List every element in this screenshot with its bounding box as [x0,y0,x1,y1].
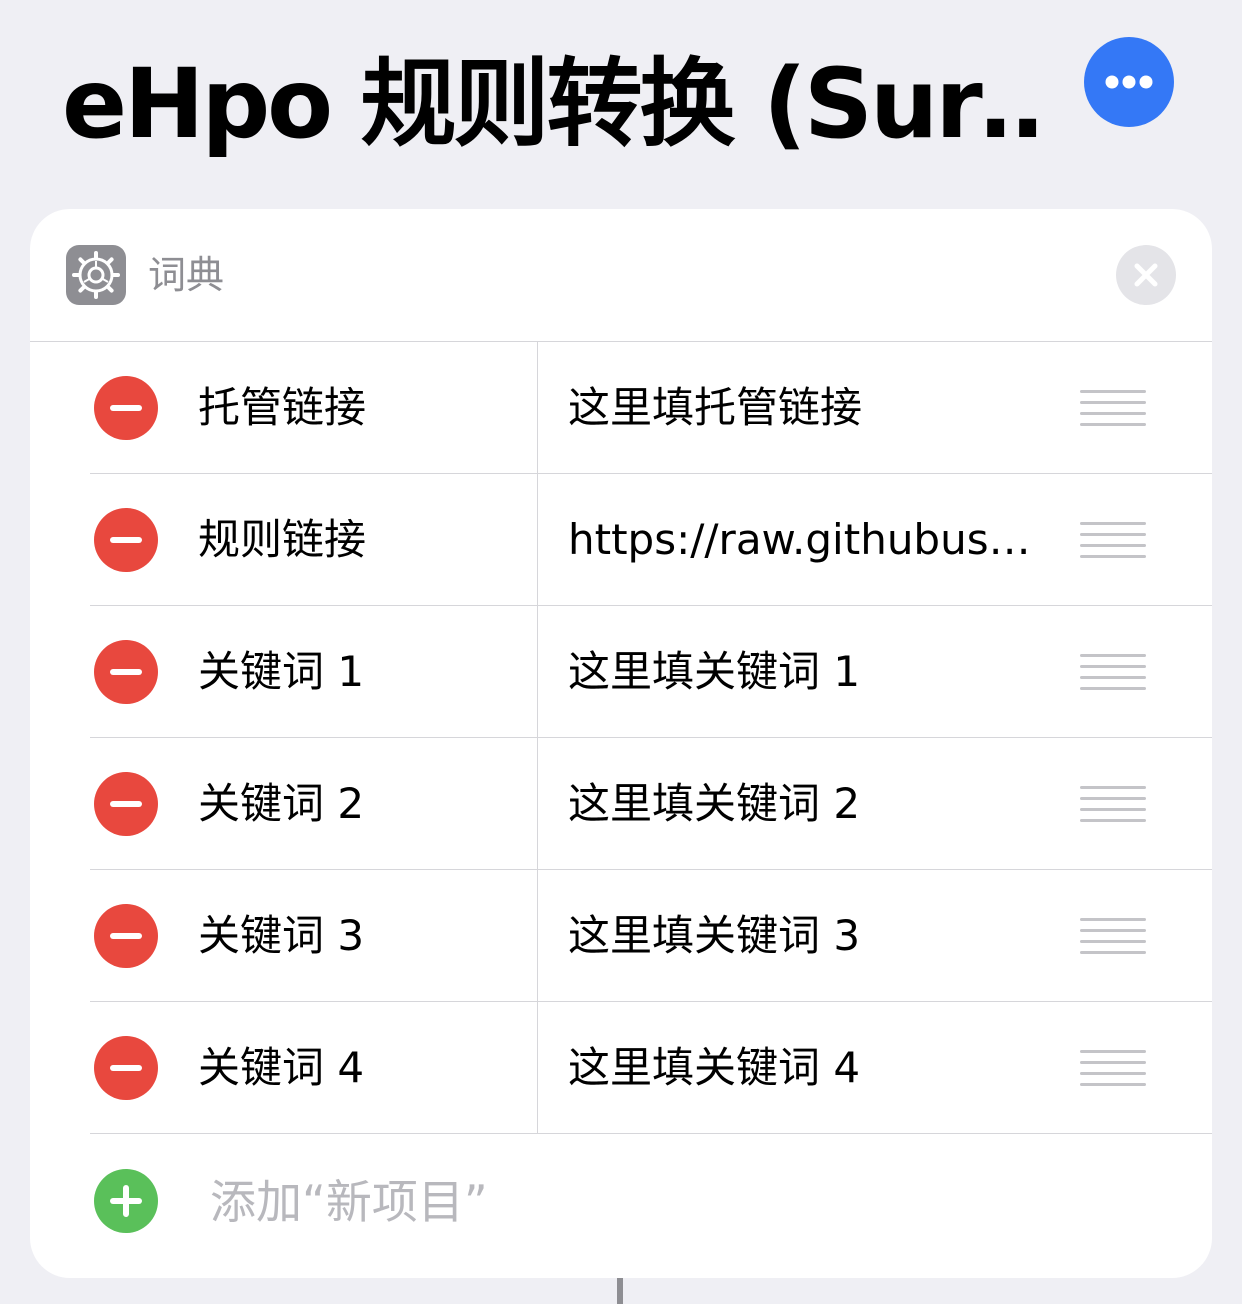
minus-icon [110,669,142,675]
row-value[interactable]: 这里填关键词 4 [568,1040,1048,1096]
gear-icon [66,245,126,305]
row-key[interactable]: 关键词 2 [198,776,364,832]
remove-row-button[interactable] [94,1036,158,1100]
add-item-button[interactable] [94,1169,158,1233]
add-item-row[interactable]: 添加“新项目” [30,1134,1212,1278]
remove-row-button[interactable] [94,904,158,968]
column-divider [537,738,538,870]
close-button[interactable] [1116,245,1176,305]
column-divider [537,1002,538,1134]
table-row: 关键词 3 这里填关键词 3 [30,870,1212,1002]
remove-row-button[interactable] [94,376,158,440]
remove-row-button[interactable] [94,640,158,704]
more-button[interactable] [1084,37,1174,127]
card-title: 词典 [148,253,225,297]
row-value[interactable]: 这里填关键词 2 [568,776,1048,832]
minus-icon [110,537,142,543]
table-row: 关键词 4 这里填关键词 4 [30,1002,1212,1134]
close-icon [1134,263,1158,287]
column-divider [537,342,538,474]
drag-handle-icon[interactable] [1080,1050,1146,1086]
row-key[interactable]: 托管链接 [198,380,366,436]
drag-handle-icon[interactable] [1080,390,1146,426]
page-title: eHpo 规则转换 (Sur… [62,48,1042,160]
row-key[interactable]: 关键词 3 [198,908,364,964]
table-row: 关键词 2 这里填关键词 2 [30,738,1212,870]
remove-row-button[interactable] [94,772,158,836]
drag-handle-icon[interactable] [1080,522,1146,558]
remove-row-button[interactable] [94,508,158,572]
drag-handle-icon[interactable] [1080,918,1146,954]
card-header: 词典 [30,209,1212,342]
row-value[interactable]: 这里填关键词 3 [568,908,1048,964]
row-value[interactable]: https://raw.githubuse… [568,512,1048,568]
minus-icon [110,801,142,807]
table-row: 关键词 1 这里填关键词 1 [30,606,1212,738]
column-divider [537,474,538,606]
dictionary-card: 词典 托管链接 这里填托管链接 规则链接 https://raw.githubu… [30,209,1212,1278]
row-value[interactable]: 这里填托管链接 [568,380,1048,436]
connector-line [617,1278,623,1304]
drag-handle-icon[interactable] [1080,786,1146,822]
column-divider [537,606,538,738]
minus-icon [110,405,142,411]
minus-icon [110,1065,142,1071]
row-key[interactable]: 关键词 4 [198,1040,364,1096]
ellipsis-icon [1105,75,1153,89]
row-key[interactable]: 关键词 1 [198,644,364,700]
table-row: 规则链接 https://raw.githubuse… [30,474,1212,606]
plus-icon-stroke [123,1185,129,1217]
dictionary-rows: 托管链接 这里填托管链接 规则链接 https://raw.githubuse…… [30,342,1212,1134]
minus-icon [110,933,142,939]
table-row: 托管链接 这里填托管链接 [30,342,1212,474]
row-value[interactable]: 这里填关键词 1 [568,644,1048,700]
add-item-label[interactable]: 添加“新项目” [210,1172,488,1232]
column-divider [537,870,538,1002]
drag-handle-icon[interactable] [1080,654,1146,690]
row-key[interactable]: 规则链接 [198,512,366,568]
